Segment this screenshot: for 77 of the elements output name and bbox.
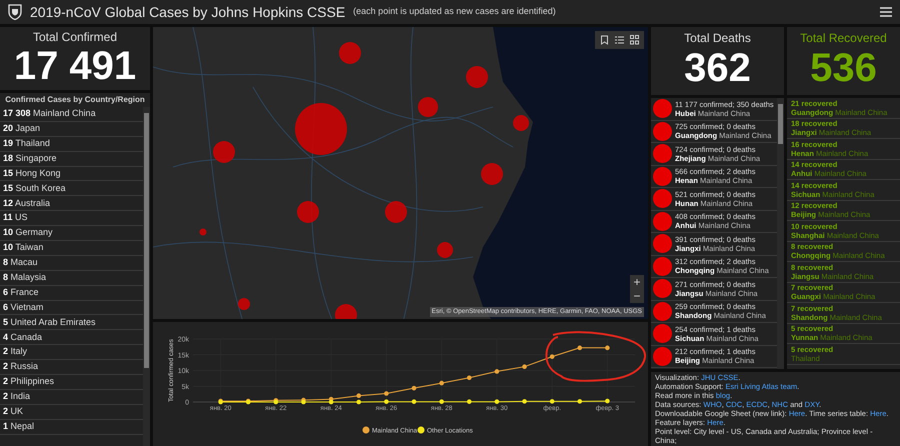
country-list-item[interactable]: 10 Taiwan bbox=[3, 241, 44, 255]
zoom-in-button[interactable]: + bbox=[630, 275, 644, 289]
menu-icon[interactable] bbox=[880, 7, 892, 17]
data-point[interactable] bbox=[412, 399, 416, 404]
data-point[interactable] bbox=[466, 375, 472, 380]
country-list-item[interactable]: 6 France bbox=[3, 286, 39, 300]
data-point[interactable] bbox=[412, 386, 416, 390]
country-list-item[interactable]: 2 Italy bbox=[3, 345, 28, 359]
data-point[interactable] bbox=[246, 400, 251, 404]
data-point[interactable] bbox=[577, 399, 582, 404]
case-marker bbox=[653, 256, 672, 276]
card-title: Total Deaths bbox=[684, 31, 751, 45]
data-point[interactable] bbox=[356, 393, 362, 398]
data-point[interactable] bbox=[384, 399, 389, 404]
country-list-item[interactable]: 11 US bbox=[3, 211, 28, 225]
case-marker bbox=[653, 212, 672, 231]
country-list-item[interactable]: 6 Vietnam bbox=[3, 300, 44, 314]
dashboard-subtitle: (each point is updated as new cases are identified) bbox=[353, 5, 556, 18]
country-list-item[interactable]: 15 Hong Kong bbox=[3, 166, 61, 180]
case-marker bbox=[653, 99, 672, 118]
total-confirmed-value: 17 491 bbox=[14, 44, 136, 88]
zoom-out-button[interactable]: − bbox=[630, 289, 644, 303]
country-list-item[interactable]: 2 Philippines bbox=[3, 375, 54, 389]
country-list-item[interactable]: 2 Russia bbox=[3, 360, 38, 374]
country-list-item[interactable]: 2 India bbox=[3, 390, 30, 404]
country-list-item[interactable]: 2 UK bbox=[3, 405, 24, 418]
data-point[interactable] bbox=[439, 399, 444, 404]
dashboard-title: 2019-nCoV Global Cases by Johns Hopkins CSSE bbox=[30, 2, 346, 22]
data-point[interactable] bbox=[466, 399, 472, 404]
total-recovered-value: 536 bbox=[810, 45, 877, 91]
total-deaths-value: 362 bbox=[684, 45, 751, 91]
grid-icon[interactable] bbox=[630, 35, 639, 45]
data-point[interactable] bbox=[356, 400, 362, 404]
case-marker bbox=[653, 302, 672, 321]
card-title: Total Recovered bbox=[800, 31, 887, 45]
case-marker bbox=[653, 346, 672, 366]
case-marker bbox=[653, 279, 672, 298]
data-point[interactable] bbox=[494, 369, 500, 374]
data-point[interactable] bbox=[550, 354, 554, 359]
data-point[interactable] bbox=[605, 346, 610, 350]
list-icon[interactable] bbox=[615, 35, 624, 45]
country-list-item[interactable]: 12 Australia bbox=[3, 196, 50, 210]
data-point[interactable] bbox=[328, 400, 334, 404]
data-point[interactable] bbox=[605, 398, 610, 404]
scrollbar[interactable] bbox=[777, 98, 784, 369]
card-title: Total Confirmed bbox=[32, 30, 118, 44]
data-point[interactable] bbox=[274, 400, 278, 404]
country-list-item[interactable]: 1 Nepal bbox=[3, 420, 34, 434]
country-list-item[interactable]: 19 Thailand bbox=[3, 136, 50, 150]
country-list-item[interactable]: 15 South Korea bbox=[3, 182, 66, 196]
country-list-item[interactable]: 10 Germany bbox=[3, 226, 53, 240]
case-marker bbox=[653, 234, 672, 254]
data-point[interactable] bbox=[439, 380, 444, 386]
country-list-item[interactable]: 20 Japan bbox=[3, 122, 40, 136]
list-title: Confirmed Cases by Country/Region bbox=[4, 94, 146, 106]
scrollbar[interactable] bbox=[143, 107, 150, 446]
data-point[interactable] bbox=[301, 400, 306, 404]
country-list-item[interactable]: 18 Singapore bbox=[3, 152, 57, 166]
country-list-item[interactable]: 4 Canada bbox=[3, 330, 42, 344]
country-list-item[interactable]: 5 United Arab Emirates bbox=[3, 316, 96, 330]
data-point[interactable] bbox=[522, 364, 527, 370]
data-point[interactable] bbox=[577, 346, 582, 350]
country-list-item[interactable]: 8 Macau bbox=[3, 256, 38, 270]
case-marker bbox=[653, 189, 672, 208]
case-marker bbox=[653, 144, 672, 164]
data-point[interactable] bbox=[522, 399, 527, 404]
case-marker bbox=[653, 324, 672, 344]
bookmark-icon[interactable] bbox=[600, 35, 609, 45]
country-list-item[interactable]: 17 308 Mainland China bbox=[3, 107, 96, 121]
case-marker bbox=[653, 166, 672, 186]
data-point[interactable] bbox=[384, 391, 389, 396]
country-list-item[interactable]: 8 Malaysia bbox=[3, 270, 46, 284]
data-point[interactable] bbox=[494, 399, 500, 404]
case-marker bbox=[653, 122, 672, 141]
shield-logo-icon bbox=[8, 4, 22, 20]
data-point[interactable] bbox=[218, 400, 223, 404]
data-point[interactable] bbox=[550, 399, 554, 404]
